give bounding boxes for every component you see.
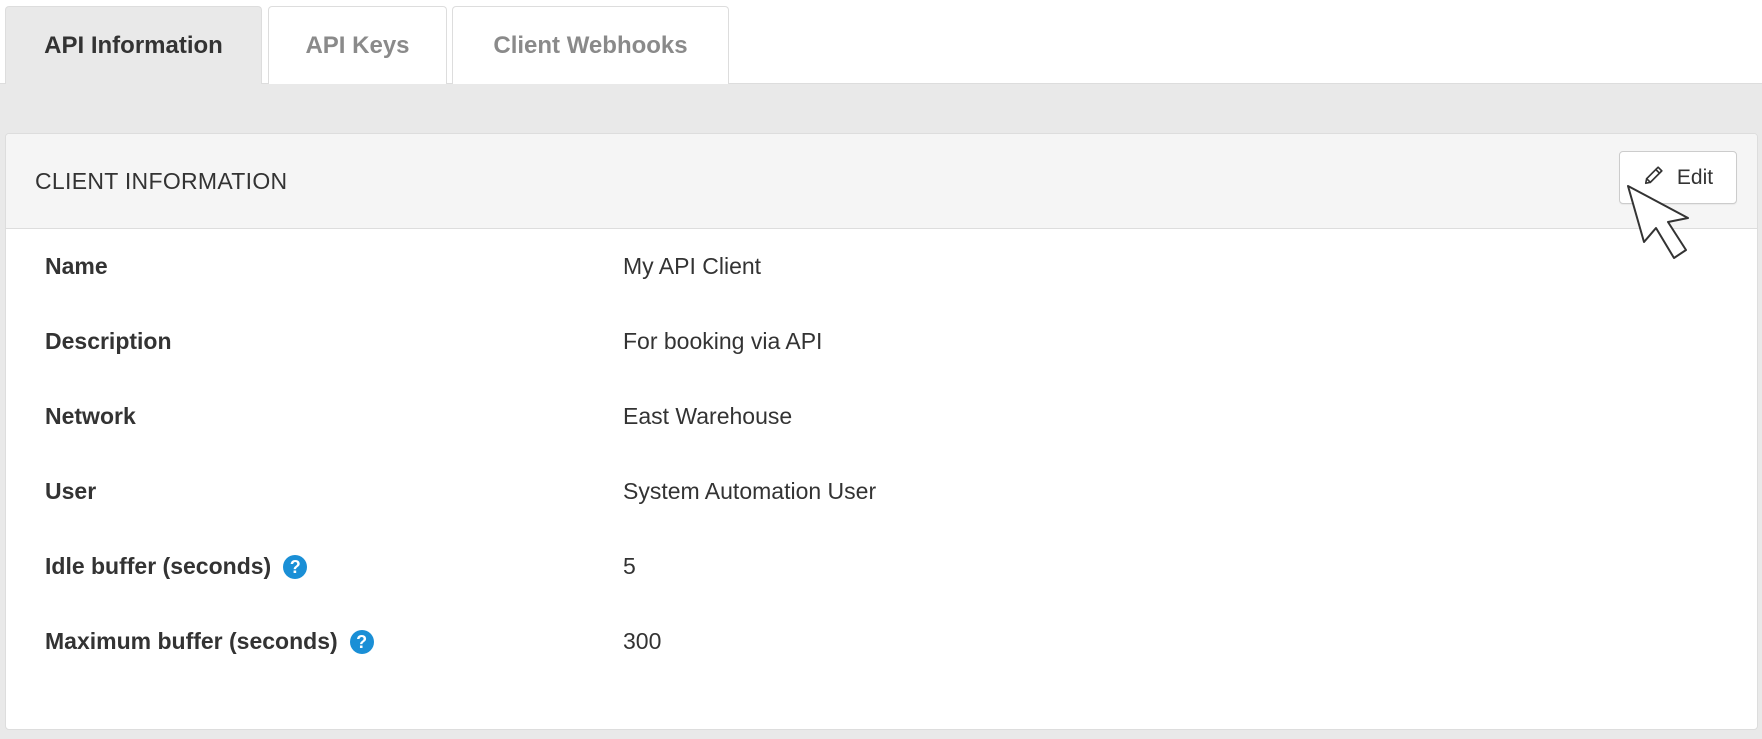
- tab-label: API Information: [44, 32, 223, 59]
- field-row-user: User System Automation User: [6, 454, 1757, 529]
- field-row-idle-buffer: Idle buffer (seconds) ? 5: [6, 529, 1757, 604]
- field-value: 5: [623, 553, 636, 579]
- field-row-maximum-buffer: Maximum buffer (seconds) ? 300: [6, 604, 1757, 679]
- field-list: Name My API Client Description For booki…: [6, 229, 1757, 679]
- field-value: My API Client: [623, 253, 762, 279]
- field-label: Description: [45, 304, 172, 379]
- field-label-text: Description: [45, 328, 172, 354]
- field-value: East Warehouse: [623, 403, 793, 429]
- edit-button[interactable]: Edit: [1619, 151, 1737, 204]
- field-label-text: Maximum buffer (seconds): [45, 628, 338, 654]
- tab-content: CLIENT INFORMATION Edit Name My API Clie…: [0, 84, 1762, 739]
- field-label: Idle buffer (seconds) ?: [45, 529, 308, 604]
- help-icon[interactable]: ?: [283, 554, 308, 579]
- field-row-name: Name My API Client: [6, 229, 1757, 304]
- tab-label: Client Webhooks: [493, 31, 688, 59]
- field-value: For booking via API: [623, 328, 823, 354]
- tab-api-keys[interactable]: API Keys: [268, 6, 447, 84]
- field-label-text: Idle buffer (seconds): [45, 553, 272, 579]
- field-label-text: User: [45, 478, 97, 504]
- panel-title: CLIENT INFORMATION: [35, 168, 288, 194]
- field-label: User: [45, 454, 96, 529]
- field-label-text: Name: [45, 253, 108, 279]
- tab-api-information[interactable]: API Information: [5, 6, 262, 85]
- field-value: System Automation User: [623, 478, 877, 504]
- tab-client-webhooks[interactable]: Client Webhooks: [452, 6, 729, 84]
- tab-label: API Keys: [305, 31, 410, 59]
- edit-label: Edit: [1676, 165, 1714, 189]
- client-information-panel: CLIENT INFORMATION Edit Name My API Clie…: [5, 133, 1758, 730]
- field-label: Maximum buffer (seconds) ?: [45, 604, 374, 679]
- tab-bar: API Information API Keys Client Webhooks: [0, 0, 1762, 85]
- field-row-network: Network East Warehouse: [6, 379, 1757, 454]
- pencil-icon: [1643, 164, 1665, 192]
- field-label-text: Network: [45, 403, 136, 429]
- help-icon[interactable]: ?: [349, 629, 374, 654]
- field-value: 300: [623, 628, 662, 654]
- field-label: Network: [45, 379, 136, 454]
- field-label: Name: [45, 229, 108, 304]
- field-row-description: Description For booking via API: [6, 304, 1757, 379]
- panel-header: CLIENT INFORMATION Edit: [6, 134, 1757, 229]
